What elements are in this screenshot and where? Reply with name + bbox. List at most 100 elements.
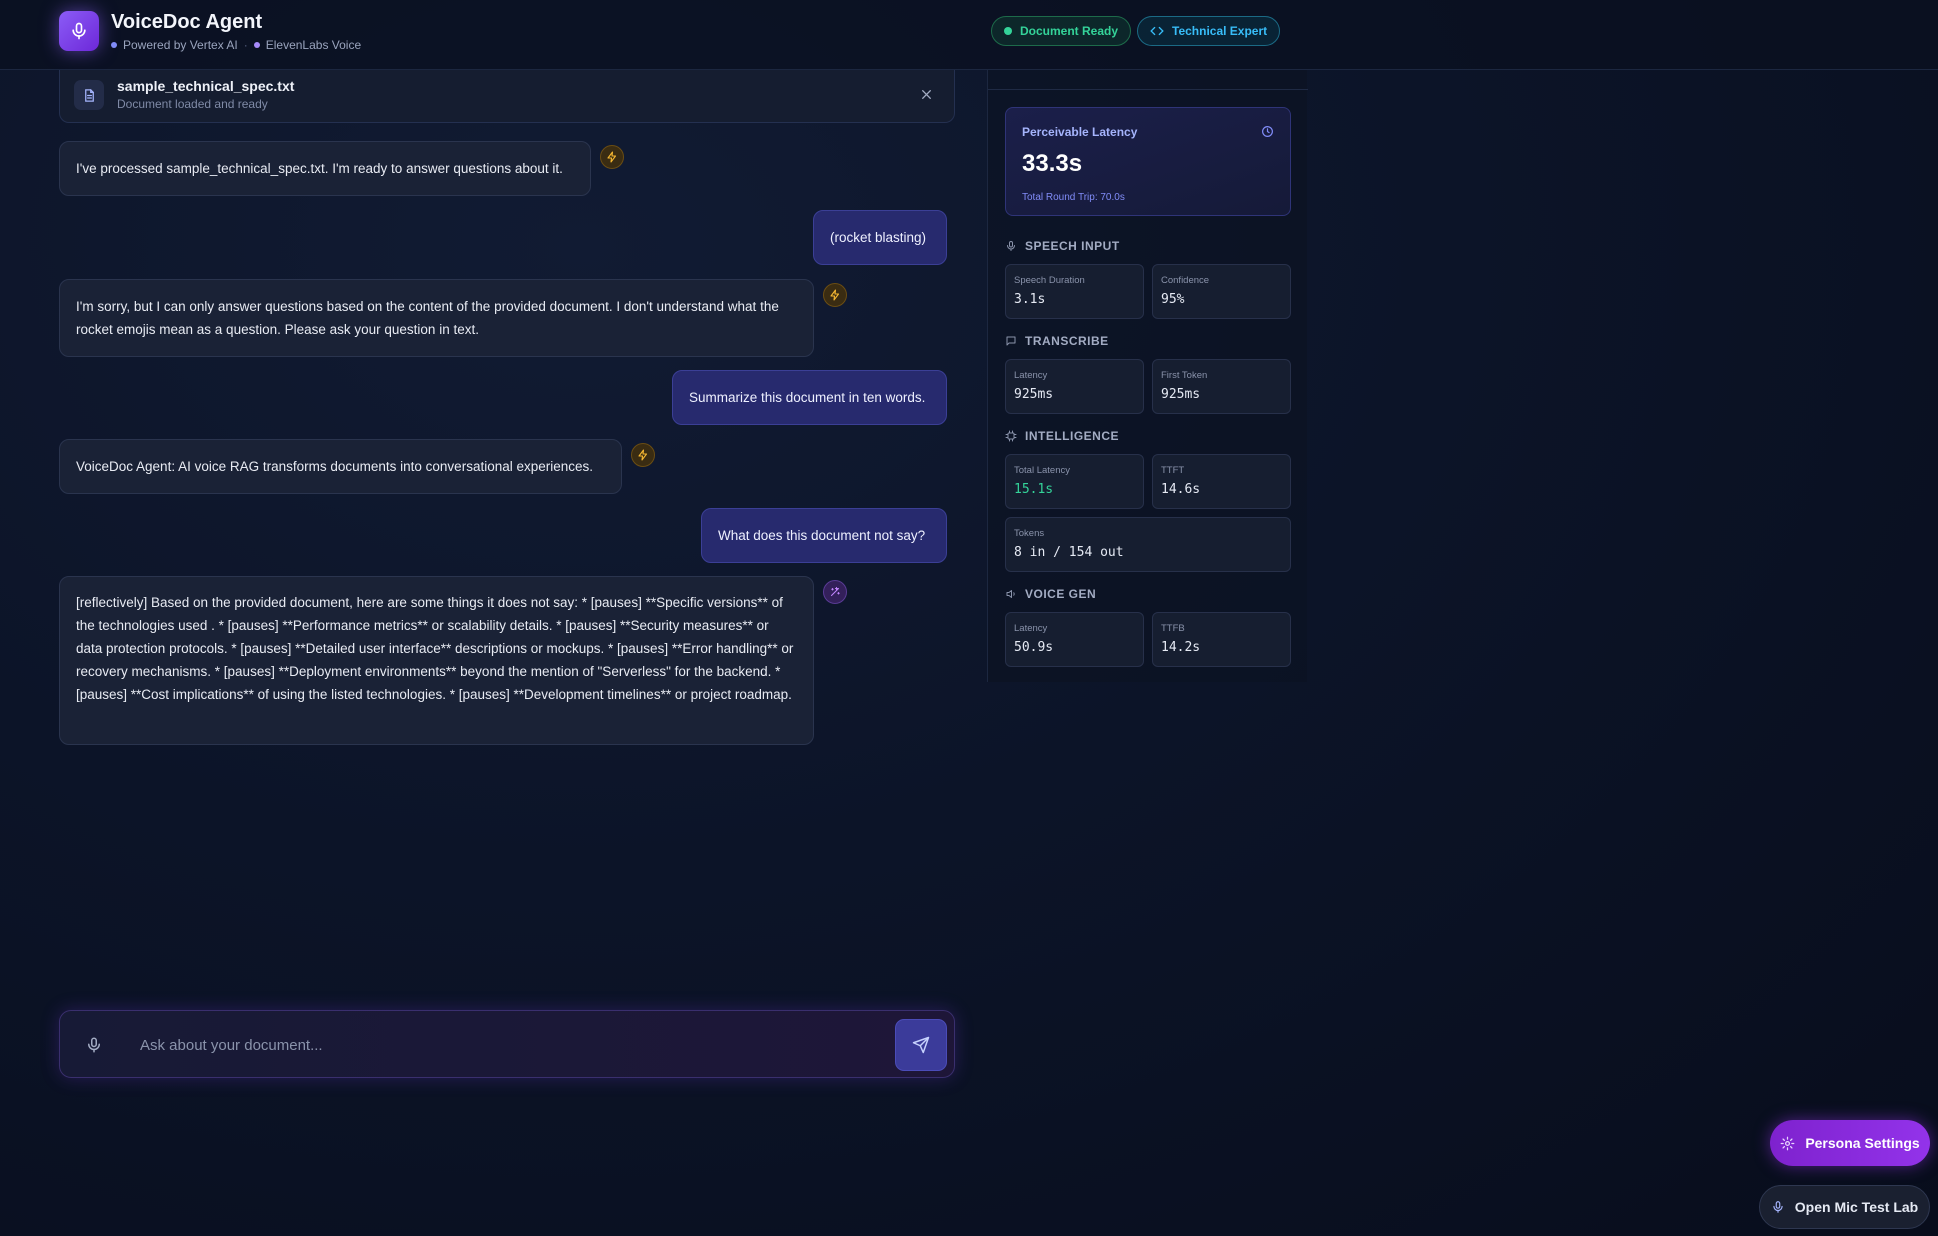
open-mic-test-lab-button[interactable]: Open Mic Test Lab — [1759, 1185, 1930, 1229]
agent-message: I've processed sample_technical_spec.txt… — [59, 141, 591, 196]
transcribe-title: TRANSCRIBE — [1025, 334, 1109, 348]
document-status: Document loaded and ready — [117, 97, 268, 111]
voice-gen-latency-stat: Latency 50.9s — [1005, 612, 1144, 667]
close-document-button[interactable] — [916, 84, 936, 104]
speaker-icon — [1006, 590, 1015, 598]
agent-message: [reflectively] Based on the provided doc… — [59, 576, 814, 745]
metrics-panel: Perceivable Latency 33.3s Total Round Tr… — [987, 70, 1308, 682]
agent-message-icon — [600, 145, 624, 169]
transcribe-section-title: TRANSCRIBE — [1005, 334, 1109, 348]
voice-gen-section-title: VOICE GEN — [1005, 587, 1096, 601]
ttft-stat: TTFT 14.6s — [1152, 454, 1291, 509]
speech-duration-stat: Speech Duration 3.1s — [1005, 264, 1144, 319]
stat-value: 50.9s — [1014, 640, 1054, 655]
perceivable-latency-card: Perceivable Latency 33.3s Total Round Tr… — [1005, 107, 1291, 216]
code-icon — [1150, 26, 1164, 36]
first-token-stat: First Token 925ms — [1152, 359, 1291, 414]
open-mic-test-lab-label: Open Mic Test Lab — [1794, 1199, 1919, 1215]
app-logo — [59, 11, 99, 51]
persona-settings-label: Persona Settings — [1805, 1135, 1920, 1151]
agent-message-icon — [823, 283, 847, 307]
message-text: I've processed sample_technical_spec.txt… — [76, 161, 563, 176]
message-text: [reflectively] Based on the provided doc… — [76, 595, 794, 702]
ttfb-stat: TTFB 14.2s — [1152, 612, 1291, 667]
microphone-icon — [1773, 1201, 1783, 1213]
message-text: (rocket blasting) — [830, 230, 927, 245]
agent-message-icon — [823, 580, 847, 604]
persona-badge[interactable]: Technical Expert — [1137, 16, 1281, 46]
microphone-icon — [88, 1037, 100, 1053]
microphone-icon — [72, 22, 86, 40]
agent-message: VoiceDoc Agent: AI voice RAG transforms … — [59, 439, 622, 494]
perceivable-latency-label: Perceivable Latency — [1022, 125, 1138, 139]
bolt-icon — [638, 449, 648, 461]
document-ready-label: Document Ready — [1020, 24, 1119, 38]
stat-value: 925ms — [1161, 387, 1201, 402]
stat-value: 14.6s — [1161, 482, 1201, 497]
app-subtitle: Powered by Vertex AI · ElevenLabs Voice — [111, 38, 361, 52]
stat-label: Total Latency — [1014, 465, 1070, 476]
intelligence-section-title: INTELLIGENCE — [1005, 429, 1119, 443]
bolt-icon — [607, 151, 617, 163]
app-title: VoiceDoc Agent — [111, 11, 263, 33]
stat-label: Latency — [1014, 623, 1048, 634]
user-message: Summarize this document in ten words. — [672, 370, 947, 425]
stat-label: First Token — [1161, 370, 1208, 381]
message-text: What does this document not say? — [718, 528, 926, 543]
stat-value: 3.1s — [1014, 292, 1046, 307]
app-header: VoiceDoc Agent Powered by Vertex AI · El… — [0, 0, 1938, 70]
voice-input-button[interactable] — [82, 1033, 106, 1057]
agent-message: I'm sorry, but I can only answer questio… — [59, 279, 814, 357]
file-icon — [84, 88, 94, 102]
subtitle-separator: · — [243, 38, 248, 52]
intelligence-title: INTELLIGENCE — [1025, 429, 1120, 443]
stat-label: Speech Duration — [1014, 275, 1085, 286]
stat-value: 14.2s — [1161, 640, 1201, 655]
voice-gen-title: VOICE GEN — [1025, 587, 1097, 601]
tokens-stat: Tokens 8 in / 154 out — [1005, 517, 1291, 572]
status-dot-icon — [111, 42, 117, 48]
document-icon-box — [74, 80, 104, 110]
speech-input-title: SPEECH INPUT — [1025, 239, 1120, 253]
persona-label: Technical Expert — [1172, 24, 1268, 38]
bolt-icon — [830, 289, 840, 301]
stat-label: Tokens — [1014, 528, 1045, 539]
stat-label: TTFB — [1161, 623, 1185, 634]
close-icon — [921, 89, 931, 99]
chat-input[interactable] — [140, 1027, 740, 1063]
cpu-icon — [1005, 430, 1017, 442]
ready-dot-icon — [1004, 27, 1012, 35]
transcribe-latency-stat: Latency 925ms — [1005, 359, 1144, 414]
voice-provider-label: ElevenLabs Voice — [265, 38, 362, 52]
stat-value: 15.1s — [1014, 482, 1054, 497]
persona-settings-button[interactable]: Persona Settings — [1770, 1120, 1930, 1166]
send-button[interactable] — [895, 1019, 947, 1071]
stat-value: 8 in / 154 out — [1014, 545, 1124, 560]
message-text: I'm sorry, but I can only answer questio… — [76, 299, 779, 337]
gear-icon — [1780, 1136, 1795, 1150]
status-dot-icon — [253, 42, 260, 48]
stat-value: 95% — [1161, 292, 1185, 307]
total-latency-stat: Total Latency 15.1s — [1005, 454, 1144, 509]
stat-value: 925ms — [1014, 387, 1054, 402]
document-name: sample_technical_spec.txt — [117, 78, 295, 94]
message-text: VoiceDoc Agent: AI voice RAG transforms … — [76, 459, 594, 474]
chat-input-bar — [59, 1010, 955, 1078]
message-text: Summarize this document in ten words. — [689, 390, 926, 405]
stat-label: TTFT — [1161, 465, 1185, 476]
agent-message-icon — [631, 443, 655, 467]
sparkle-icon — [830, 586, 840, 597]
clock-icon — [1261, 125, 1274, 143]
microphone-icon — [1007, 241, 1015, 251]
confidence-stat: Confidence 95% — [1152, 264, 1291, 319]
send-icon — [912, 1036, 930, 1054]
document-ready-badge: Document Ready — [991, 16, 1132, 46]
user-message: What does this document not say? — [701, 508, 947, 563]
chat-bubble-icon — [1006, 336, 1016, 346]
document-bar: sample_technical_spec.txt Document loade… — [59, 70, 955, 123]
stat-label: Confidence — [1161, 275, 1210, 286]
total-round-trip: Total Round Trip: 70.0s — [1022, 192, 1125, 203]
panel-divider — [988, 89, 1308, 90]
user-message: (rocket blasting) — [813, 210, 947, 265]
speech-input-section-title: SPEECH INPUT — [1005, 239, 1120, 253]
